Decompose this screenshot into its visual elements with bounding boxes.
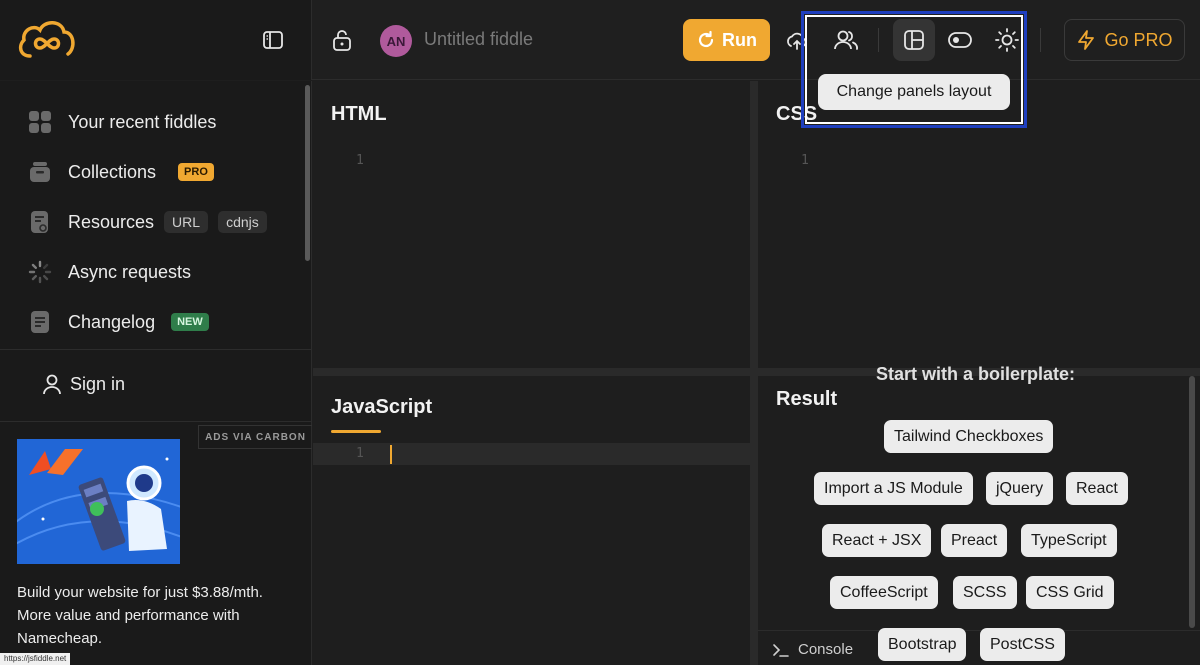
javascript-panel[interactable]: JavaScript — [313, 376, 750, 665]
sign-in-button[interactable]: Sign in — [42, 373, 125, 395]
sidebar-item-resources[interactable]: Resources URL cdnjs — [28, 208, 267, 236]
top-bar: AN Untitled fiddle Run Go PRO — [0, 0, 1200, 80]
divider — [0, 421, 312, 422]
sidebar-item-label: Collections — [68, 161, 157, 182]
boilerplate-chip[interactable]: Bootstrap — [878, 628, 967, 661]
active-tab-underline — [331, 430, 381, 433]
terminal-icon — [773, 643, 789, 657]
refresh-icon — [698, 30, 714, 48]
lightning-icon — [1078, 30, 1095, 50]
sidebar-item-collections[interactable]: Collections PRO — [28, 158, 214, 186]
jsfiddle-logo-icon[interactable] — [16, 18, 78, 62]
url-tag[interactable]: URL — [164, 211, 209, 233]
toolbar-divider — [1040, 28, 1041, 52]
grid-icon — [28, 110, 52, 134]
sidebar-item-label: Async requests — [68, 261, 192, 282]
panel-title: CSS — [776, 103, 818, 125]
box-icon — [28, 160, 52, 184]
fiddle-title[interactable]: Untitled fiddle — [424, 29, 533, 50]
divider — [0, 349, 312, 350]
result-title: Result — [776, 388, 838, 410]
console-toggle[interactable]: Console — [772, 641, 853, 658]
panels-layout-icon — [904, 30, 924, 50]
run-button[interactable]: Run — [683, 19, 770, 61]
cdnjs-tag[interactable]: cdnjs — [218, 211, 267, 233]
console-label: Console — [798, 641, 854, 658]
css-panel[interactable]: CSS 1 — [758, 81, 1200, 368]
sign-in-label: Sign in — [70, 373, 126, 394]
pro-badge: PRO — [178, 163, 214, 181]
toolbar-divider — [878, 28, 879, 52]
boilerplate-chip[interactable]: React + JSX — [822, 524, 932, 557]
boilerplate-chip[interactable]: React — [1066, 472, 1128, 505]
sidebar-item-recent-fiddles[interactable]: Your recent fiddles — [28, 108, 216, 136]
new-badge: NEW — [171, 313, 209, 331]
user-icon — [43, 374, 61, 395]
toggle-icon[interactable] — [947, 30, 973, 50]
html-panel[interactable]: HTML 1 — [313, 81, 750, 368]
sidebar-toggle-icon[interactable] — [262, 29, 284, 51]
boilerplate-chip[interactable]: SCSS — [953, 576, 1017, 609]
spinner-icon — [28, 260, 52, 284]
boilerplate-chip[interactable]: Import a JS Module — [814, 472, 973, 505]
boilerplate-chip[interactable]: TypeScript — [1021, 524, 1117, 557]
text-cursor — [390, 445, 392, 464]
boilerplate-chip[interactable]: PostCSS — [980, 628, 1065, 661]
sidebar: Your recent fiddles Collections PRO Reso… — [0, 81, 312, 665]
unlock-icon[interactable] — [331, 28, 353, 52]
boilerplate-heading: Start with a boilerplate: — [876, 364, 1076, 384]
line-number: 1 — [356, 153, 364, 168]
ad-text[interactable]: Build your website for just $3.88/mth. M… — [17, 581, 297, 650]
go-pro-button[interactable]: Go PRO — [1064, 19, 1185, 61]
sidebar-item-label: Your recent fiddles — [68, 111, 217, 132]
line-number: 1 — [801, 153, 809, 168]
layout-tooltip: Change panels layout — [818, 74, 1010, 110]
layout-button[interactable] — [893, 19, 935, 61]
cloud-upload-icon[interactable] — [786, 30, 808, 52]
users-icon[interactable] — [833, 28, 859, 52]
run-label: Run — [722, 29, 757, 50]
boilerplate-chip[interactable]: Preact — [941, 524, 1008, 557]
result-scrollbar[interactable] — [1189, 376, 1195, 628]
ads-via-carbon-link[interactable]: ADS VIA CARBON — [198, 425, 312, 449]
file-icon — [28, 210, 52, 234]
line-number: 1 — [356, 446, 364, 461]
status-url: https://jsfiddle.net — [0, 653, 71, 665]
panel-title: JavaScript — [331, 396, 433, 418]
boilerplate-chip[interactable]: CoffeeScript — [830, 576, 938, 609]
panel-title: HTML — [331, 103, 387, 125]
ad-image[interactable] — [17, 439, 180, 564]
active-line — [313, 443, 750, 465]
go-pro-label: Go PRO — [1104, 29, 1173, 50]
doc-icon — [28, 310, 52, 334]
logo-area — [0, 0, 312, 80]
console-bar[interactable]: Console — [758, 630, 1200, 665]
avatar[interactable]: AN — [380, 25, 412, 57]
sidebar-item-async-requests[interactable]: Async requests — [28, 258, 191, 286]
sidebar-item-changelog[interactable]: Changelog NEW — [28, 308, 209, 336]
jsfiddle-app: AN Untitled fiddle Run Go PRO Your recen… — [0, 0, 1200, 665]
boilerplate-chip[interactable]: Tailwind Checkboxes — [884, 420, 1054, 453]
sidebar-scrollbar[interactable] — [305, 85, 310, 261]
sun-icon[interactable] — [994, 27, 1020, 53]
sidebar-item-label: Changelog — [68, 311, 156, 332]
boilerplate-chip[interactable]: CSS Grid — [1026, 576, 1114, 609]
sidebar-item-label: Resources — [68, 211, 155, 232]
boilerplate-chip[interactable]: jQuery — [986, 472, 1054, 505]
